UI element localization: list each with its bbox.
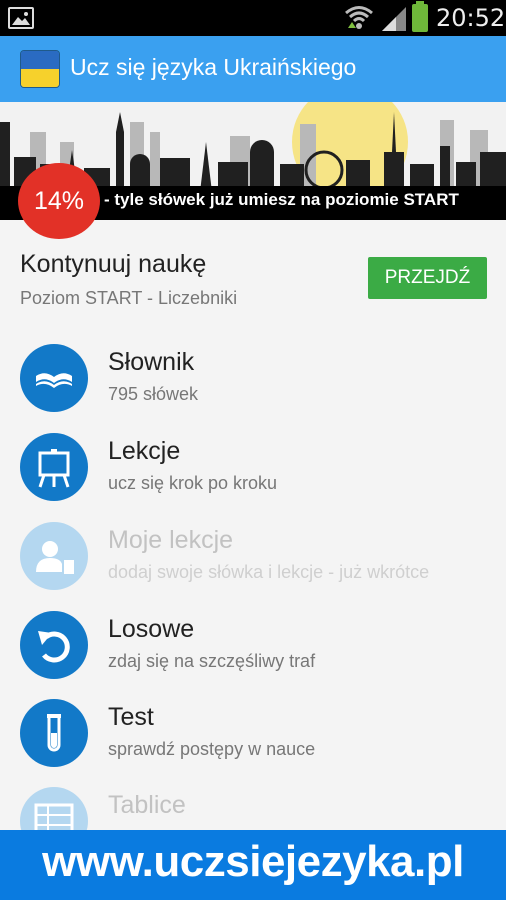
menu-desc: sprawdź postępy w nauce (108, 739, 316, 759)
gallery-icon (8, 7, 34, 29)
continue-heading: Kontynuuj naukę (20, 250, 207, 278)
continue-subtitle: Poziom START - Liczebniki (20, 288, 238, 308)
menu-item-my-lessons: Moje lekcje dodaj swoje słówka i lekcje … (0, 512, 506, 600)
menu-item-lessons[interactable]: Lekcje ucz się krok po kroku (0, 423, 506, 511)
app-title: Ucz się języka Ukraińskiego (70, 54, 357, 80)
menu-item-dictionary[interactable]: Słownik 795 słówek (0, 334, 506, 422)
user-edit-icon (20, 522, 88, 590)
status-bar: 20:52 (0, 0, 506, 36)
banner-text: - tyle słówek już umiesz na poziomie STA… (104, 190, 459, 209)
menu-label: Moje lekcje (108, 526, 234, 554)
website-url[interactable]: www.uczsiejezyka.pl (0, 837, 506, 887)
status-clock: 20:52 (436, 4, 506, 32)
book-icon (20, 344, 88, 412)
menu-label: Lekcje (108, 437, 181, 465)
progress-percent-badge: 14% (18, 163, 100, 239)
signal-icon (382, 7, 406, 31)
ukraine-flag-icon[interactable] (20, 50, 60, 88)
wifi-icon (345, 6, 373, 29)
menu-label: Test (108, 703, 154, 731)
menu-desc: zdaj się na szczęśliwy traf (108, 651, 316, 671)
menu-label: Słownik (108, 348, 195, 376)
menu-label: Tablice (108, 791, 186, 819)
menu-item-test[interactable]: Test sprawdź postępy w nauce (0, 689, 506, 777)
go-button[interactable]: PRZEJDŹ (368, 257, 487, 299)
menu-desc: dodaj swoje słówka i lekcje - już wkrótc… (108, 562, 430, 582)
battery-icon (412, 1, 428, 32)
menu-desc: ucz się krok po kroku (108, 473, 278, 493)
menu-label: Losowe (108, 615, 195, 643)
menu-desc: 795 słówek (108, 384, 199, 404)
undo-icon (20, 611, 88, 679)
test-tube-icon (20, 699, 88, 767)
app-bar: Ucz się języka Ukraińskiego (0, 36, 506, 102)
menu-item-random[interactable]: Losowe zdaj się na szczęśliwy traf (0, 601, 506, 689)
website-footer: www.uczsiejezyka.pl (0, 830, 506, 900)
easel-icon (20, 433, 88, 501)
